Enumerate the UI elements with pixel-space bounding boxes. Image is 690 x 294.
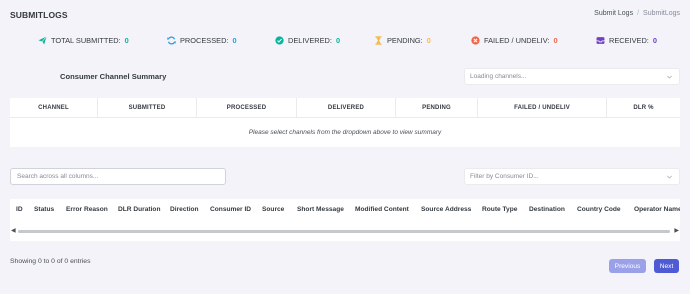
column-header: PROCESSED (197, 98, 297, 118)
sync-icon (167, 36, 176, 45)
scroll-left-arrow-icon[interactable]: ◀ (11, 227, 16, 235)
column-header: FAILED / UNDELIV (478, 98, 607, 118)
column-header-direction[interactable]: Direction (170, 199, 199, 220)
scroll-right-arrow-icon[interactable]: ▶ (674, 227, 679, 235)
column-header-short-message[interactable]: Short Message (297, 199, 344, 220)
stat-value: 0 (553, 36, 558, 45)
stat-label: TOTAL SUBMITTED: (51, 36, 121, 45)
check-circle-icon (275, 36, 284, 45)
column-header-consumer-id[interactable]: Consumer ID (210, 199, 251, 220)
stat-label: RECEIVED: (609, 36, 649, 45)
times-circle-icon (471, 36, 480, 45)
stat-processed: PROCESSED: 0 (167, 36, 237, 45)
column-header: SUBMITTED (98, 98, 197, 118)
column-header-country-code[interactable]: Country Code (577, 199, 621, 220)
column-header: DLR % (633, 105, 654, 111)
breadcrumb-current: SubmitLogs (643, 10, 680, 17)
breadcrumb: Submit Logs / SubmitLogs (594, 10, 680, 17)
column-header-operator-name[interactable]: Operator Name (634, 199, 680, 220)
breadcrumb-separator: / (637, 10, 640, 17)
inbox-icon (596, 37, 605, 44)
entries-info: Showing 0 to 0 of 0 entries (10, 258, 91, 265)
column-header-route-type[interactable]: Route Type (482, 199, 517, 220)
stat-value: 0 (232, 36, 237, 45)
stat-value: 0 (335, 36, 341, 45)
stat-total-submitted: TOTAL SUBMITTED: 0 (38, 36, 129, 45)
column-header-source[interactable]: Source (262, 199, 284, 220)
stat-label: PROCESSED: (180, 36, 229, 45)
paper-plane-icon (38, 36, 47, 45)
column-header-destination[interactable]: Destination (529, 199, 565, 220)
summary-title: Consumer Channel Summary (60, 72, 167, 81)
submit-logs-table: ID Status Error Reason DLR Duration Dire… (10, 199, 680, 241)
channel-select[interactable]: Loading channels... (464, 68, 680, 85)
chevron-down-icon (667, 75, 672, 79)
column-header: CHANNEL (10, 98, 98, 118)
logs-table-header: ID Status Error Reason DLR Duration Dire… (10, 199, 680, 220)
stat-label: DELIVERED: (288, 36, 332, 45)
column-header-status[interactable]: Status (34, 199, 54, 220)
stat-failed: FAILED / UNDELIV: 0 (471, 36, 558, 45)
page-title: SUBMITLOGS (10, 10, 68, 20)
stat-label: PENDING: (387, 36, 423, 45)
horizontal-scrollbar[interactable]: ◀ ▶ (10, 226, 680, 235)
search-input[interactable]: Search across all columns... (10, 168, 226, 185)
search-input-placeholder: Search across all columns... (17, 173, 99, 180)
stats-bar: TOTAL SUBMITTED: 0 PROCESSED: 0 DELIVERE… (0, 36, 690, 50)
stat-value: 0 (652, 36, 657, 45)
channel-summary-table: CHANNEL SUBMITTED PROCESSED DELIVERED PE… (10, 98, 680, 147)
stat-received: RECEIVED: 0 (596, 36, 657, 45)
summary-table-header: CHANNEL SUBMITTED PROCESSED DELIVERED PE… (10, 98, 680, 118)
column-header-modified-content[interactable]: Modified Content (355, 199, 409, 220)
column-header: PENDING (396, 98, 478, 118)
stat-value: 0 (124, 36, 129, 45)
column-header-id[interactable]: ID (16, 199, 23, 220)
consumer-id-filter[interactable]: Filter by Consumer ID... (464, 168, 680, 185)
hourglass-icon (375, 36, 382, 45)
scrollbar-thumb[interactable] (18, 230, 670, 233)
stat-label: FAILED / UNDELIV: (484, 36, 550, 45)
consumer-id-filter-placeholder: Filter by Consumer ID... (470, 173, 539, 180)
breadcrumb-submit-logs[interactable]: Submit Logs (594, 10, 633, 17)
column-header-source-address[interactable]: Source Address (421, 199, 471, 220)
stat-delivered: DELIVERED: 0 (275, 36, 340, 45)
column-header: DELIVERED (297, 98, 396, 118)
channel-select-placeholder: Loading channels... (470, 73, 527, 80)
chevron-down-icon (667, 175, 672, 179)
column-header-dlr-duration[interactable]: DLR Duration (118, 199, 161, 220)
summary-empty-message: Please select channels from the dropdown… (248, 129, 442, 136)
next-button[interactable]: Next (654, 259, 679, 273)
column-header-error-reason[interactable]: Error Reason (66, 199, 108, 220)
stat-pending: PENDING: 0 (374, 36, 431, 45)
stat-value: 0 (426, 36, 431, 45)
previous-button[interactable]: Previous (609, 259, 646, 273)
